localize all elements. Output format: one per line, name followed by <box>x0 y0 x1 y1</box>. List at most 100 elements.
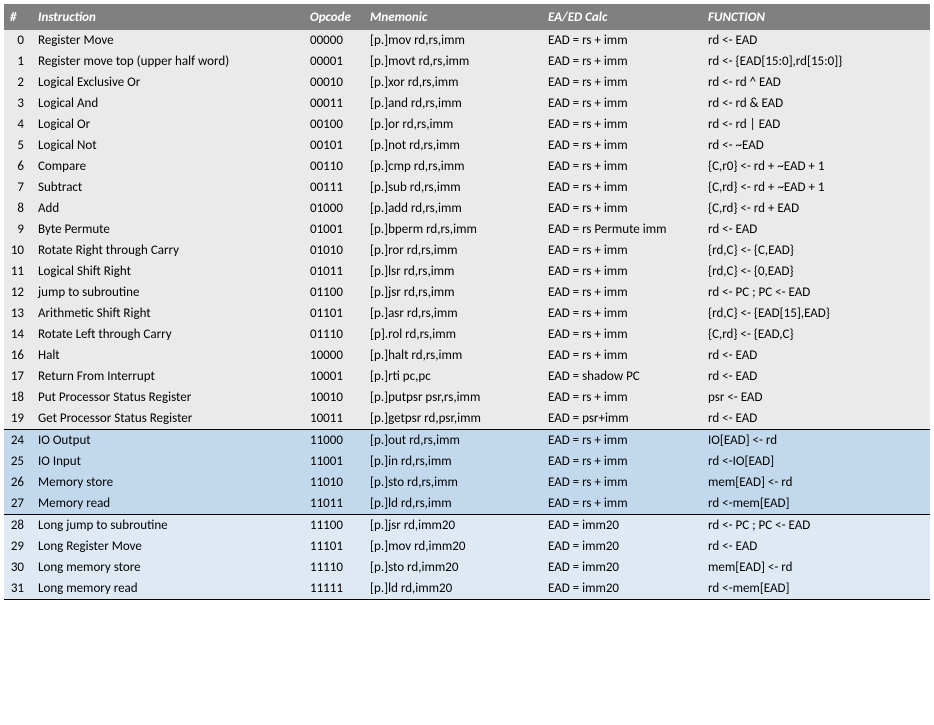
cell-ea: EAD = rs + imm <box>542 51 702 72</box>
cell-instr: Memory read <box>32 493 304 515</box>
cell-instr: Memory store <box>32 472 304 493</box>
cell-func: {C,r0} <- rd + ~EAD + 1 <box>702 156 930 177</box>
cell-num: 18 <box>4 387 32 408</box>
cell-func: rd <- PC ; PC <- EAD <box>702 282 930 303</box>
cell-func: {C,rd} <- {EAD,C} <box>702 324 930 345</box>
cell-opcode: 00000 <box>304 30 364 51</box>
table-row: 8Add01000[p.]add rd,rs,immEAD = rs + imm… <box>4 198 930 219</box>
cell-num: 4 <box>4 114 32 135</box>
cell-instr: Register move top (upper half word) <box>32 51 304 72</box>
cell-instr: Long Register Move <box>32 536 304 557</box>
cell-opcode: 10000 <box>304 345 364 366</box>
cell-instr: Logical Shift Right <box>32 261 304 282</box>
cell-num: 17 <box>4 366 32 387</box>
cell-opcode: 10001 <box>304 366 364 387</box>
cell-instr: Halt <box>32 345 304 366</box>
cell-instr: Get Processor Status Register <box>32 408 304 430</box>
cell-mnemonic: [p.]and rd,rs,imm <box>364 93 542 114</box>
cell-func: rd <-mem[EAD] <box>702 578 930 600</box>
cell-mnemonic: [p.]mov rd,rs,imm <box>364 30 542 51</box>
cell-mnemonic: [p.]xor rd,rs,imm <box>364 72 542 93</box>
cell-mnemonic: [p.]rti pc,pc <box>364 366 542 387</box>
table-row: 16Halt10000[p.]halt rd,rs,immEAD = rs + … <box>4 345 930 366</box>
cell-ea: EAD = rs + imm <box>542 261 702 282</box>
cell-ea: EAD = rs + imm <box>542 430 702 452</box>
cell-mnemonic: [p.]halt rd,rs,imm <box>364 345 542 366</box>
cell-instr: Subtract <box>32 177 304 198</box>
cell-opcode: 00111 <box>304 177 364 198</box>
cell-func: rd <- rd & EAD <box>702 93 930 114</box>
table-row: 26Memory store11010[p.]sto rd,rs,immEAD … <box>4 472 930 493</box>
cell-func: {rd,C} <- {C,EAD} <box>702 240 930 261</box>
cell-ea: EAD = imm20 <box>542 536 702 557</box>
cell-num: 13 <box>4 303 32 324</box>
cell-func: rd <- {EAD[15:0],rd[15:0]} <box>702 51 930 72</box>
cell-func: rd <-IO[EAD] <box>702 451 930 472</box>
cell-num: 3 <box>4 93 32 114</box>
cell-opcode: 00101 <box>304 135 364 156</box>
cell-func: mem[EAD] <- rd <box>702 557 930 578</box>
cell-instr: IO Input <box>32 451 304 472</box>
cell-ea: EAD = imm20 <box>542 557 702 578</box>
header-ea: EA/ED Calc <box>542 4 702 30</box>
cell-ea: EAD = rs + imm <box>542 177 702 198</box>
table-row: 27Memory read11011[p.]ld rd,rs,immEAD = … <box>4 493 930 515</box>
cell-instr: Logical Not <box>32 135 304 156</box>
cell-mnemonic: [p.]ld rd,imm20 <box>364 578 542 600</box>
cell-ea: EAD = rs + imm <box>542 451 702 472</box>
cell-opcode: 00010 <box>304 72 364 93</box>
cell-mnemonic: [p.]or rd,rs,imm <box>364 114 542 135</box>
cell-mnemonic: [p.]cmp rd,rs,imm <box>364 156 542 177</box>
cell-ea: EAD = imm20 <box>542 578 702 600</box>
cell-instr: Add <box>32 198 304 219</box>
cell-opcode: 00001 <box>304 51 364 72</box>
table-row: 0Register Move00000[p.]mov rd,rs,immEAD … <box>4 30 930 51</box>
cell-num: 29 <box>4 536 32 557</box>
cell-mnemonic: [p.]not rd,rs,imm <box>364 135 542 156</box>
cell-ea: EAD = rs + imm <box>542 240 702 261</box>
cell-mnemonic: [p.]in rd,rs,imm <box>364 451 542 472</box>
table-row: 11Logical Shift Right01011[p.]lsr rd,rs,… <box>4 261 930 282</box>
table-row: 25IO Input11001[p.]in rd,rs,immEAD = rs … <box>4 451 930 472</box>
cell-num: 7 <box>4 177 32 198</box>
cell-ea: EAD = rs + imm <box>542 93 702 114</box>
header-func: FUNCTION <box>702 4 930 30</box>
header-mnemonic: Mnemonic <box>364 4 542 30</box>
cell-ea: EAD = imm20 <box>542 515 702 537</box>
cell-opcode: 11100 <box>304 515 364 537</box>
cell-instr: Long memory read <box>32 578 304 600</box>
cell-mnemonic: [p.]jsr rd,rs,imm <box>364 282 542 303</box>
cell-opcode: 11000 <box>304 430 364 452</box>
cell-num: 6 <box>4 156 32 177</box>
table-row: 28Long jump to subroutine11100[p.]jsr rd… <box>4 515 930 537</box>
cell-func: {C,rd} <- rd + EAD <box>702 198 930 219</box>
cell-num: 24 <box>4 430 32 452</box>
cell-mnemonic: [p.]asr rd,rs,imm <box>364 303 542 324</box>
cell-instr: Compare <box>32 156 304 177</box>
cell-instr: Return From Interrupt <box>32 366 304 387</box>
table-row: 19Get Processor Status Register10011[p.]… <box>4 408 930 430</box>
cell-opcode: 11010 <box>304 472 364 493</box>
cell-mnemonic: [p.]getpsr rd,psr,imm <box>364 408 542 430</box>
cell-num: 25 <box>4 451 32 472</box>
cell-func: rd <- rd ^ EAD <box>702 72 930 93</box>
cell-func: {C,rd} <- rd + ~EAD + 1 <box>702 177 930 198</box>
cell-mnemonic: [p.]bperm rd,rs,imm <box>364 219 542 240</box>
header-instr: Instruction <box>32 4 304 30</box>
cell-ea: EAD = rs + imm <box>542 472 702 493</box>
cell-func: {rd,C} <- {EAD[15],EAD} <box>702 303 930 324</box>
table-row: 14Rotate Left through Carry01110[p].rol … <box>4 324 930 345</box>
cell-instr: Logical And <box>32 93 304 114</box>
cell-mnemonic: [p].rol rd,rs,imm <box>364 324 542 345</box>
cell-ea: EAD = rs + imm <box>542 198 702 219</box>
cell-mnemonic: [p.]ld rd,rs,imm <box>364 493 542 515</box>
table-row: 30Long memory store11110[p.]sto rd,imm20… <box>4 557 930 578</box>
table-row: 12jump to subroutine01100[p.]jsr rd,rs,i… <box>4 282 930 303</box>
cell-instr: Long jump to subroutine <box>32 515 304 537</box>
cell-mnemonic: [p.]mov rd,imm20 <box>364 536 542 557</box>
cell-num: 0 <box>4 30 32 51</box>
table-row: 6Compare00110[p.]cmp rd,rs,immEAD = rs +… <box>4 156 930 177</box>
cell-num: 28 <box>4 515 32 537</box>
cell-func: IO[EAD] <- rd <box>702 430 930 452</box>
cell-num: 11 <box>4 261 32 282</box>
